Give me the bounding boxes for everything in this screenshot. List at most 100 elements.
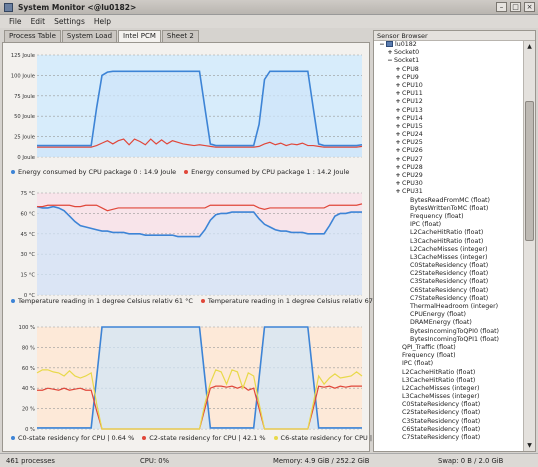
expand-icon[interactable]: + [394,131,402,139]
sensor-tree-item[interactable]: +CPU28 [374,164,524,172]
y-tick-label: 60 °C [21,211,36,217]
expand-icon[interactable]: + [394,90,402,98]
expand-icon[interactable]: + [394,172,402,180]
sensor-tree-label: C6StateResidency (float) [402,425,481,433]
scroll-down-icon[interactable]: ▼ [525,441,534,450]
sensor-tree-item[interactable]: IPC (float) [374,360,524,368]
sensor-tree-item[interactable]: +CPU12 [374,98,524,106]
sensor-tree-item[interactable]: +CPU15 [374,123,524,131]
sensor-tree-item[interactable]: BytesIncomingToQPI1 (float) [374,336,524,344]
sensor-tree-item[interactable]: DRAMEnergy (float) [374,319,524,327]
sensor-tree-item[interactable]: C7StateResidency (float) [374,295,524,303]
sensor-tree-item[interactable]: C2StateResidency (float) [374,409,524,417]
sensor-tree-label: Frequency (float) [410,212,464,220]
sensor-tree-item[interactable]: BytesReadFromMC (float) [374,197,524,205]
sensor-tree-item[interactable]: L3CacheHitRatio (float) [374,238,524,246]
sensor-tree-item[interactable]: QPI_Traffic (float) [374,344,524,352]
collapse-icon[interactable]: − [378,41,386,49]
tab-process-table[interactable]: Process Table [4,30,61,42]
expand-icon[interactable]: + [394,180,402,188]
sensor-tree-item[interactable]: +CPU10 [374,82,524,90]
minimize-icon[interactable]: – [496,2,507,12]
sensor-tree-item[interactable]: Frequency (float) [374,352,524,360]
sensor-tree-item[interactable]: IPC (float) [374,221,524,229]
sensor-tree-item[interactable]: L2CacheHitRatio (float) [374,369,524,377]
expand-icon[interactable]: + [386,49,394,57]
sensor-tree-item[interactable]: +CPU29 [374,172,524,180]
sensor-tree-item[interactable]: L2CacheHitRatio (float) [374,229,524,237]
sensor-tree-item[interactable]: C6StateResidency (float) [374,287,524,295]
expand-icon[interactable]: + [394,82,402,90]
scroll-up-icon[interactable]: ▲ [525,42,534,51]
sensor-tree-item[interactable]: ThermalHeadroom (integer) [374,303,524,311]
sensor-tree-label: CPU26 [402,147,423,155]
sensor-tree-item[interactable]: +CPU14 [374,115,524,123]
sensor-tree-item[interactable]: L3CacheHitRatio (float) [374,377,524,385]
tab-sheet-2[interactable]: Sheet 2 [161,30,199,42]
sensor-tree-item[interactable]: BytesWrittenToMC (float) [374,205,524,213]
y-tick-label: 40 % [22,386,35,392]
computer-icon [386,41,393,47]
sensor-tree-item[interactable]: Frequency (float) [374,213,524,221]
menu-file[interactable]: File [9,17,22,26]
sensor-tree-label: L2CacheHitRatio (float) [402,368,476,376]
sensor-tree-item[interactable]: +CPU26 [374,147,524,155]
sensor-tree-item[interactable]: −Socket1 [374,57,524,65]
sensor-tree-item[interactable]: +CPU27 [374,156,524,164]
sensor-tree-item[interactable]: +CPU24 [374,131,524,139]
title-bar[interactable]: System Monitor <@lu0182> – □ × [0,0,538,15]
sensor-tree-item[interactable]: C3StateResidency (float) [374,418,524,426]
sensor-tree-item[interactable]: C2StateResidency (float) [374,270,524,278]
sensor-tree-item[interactable]: C0StateResidency (float) [374,401,524,409]
sensor-tree-item[interactable]: +CPU30 [374,180,524,188]
sensor-tree-label: C2StateResidency (float) [402,409,481,417]
menu-settings[interactable]: Settings [54,17,85,26]
sensor-tree-item[interactable]: +CPU25 [374,139,524,147]
sensor-tree-item[interactable]: BytesIncomingToQPI0 (float) [374,328,524,336]
maximize-icon[interactable]: □ [510,2,521,12]
sensor-tree-item[interactable]: L3CacheMisses (integer) [374,393,524,401]
expand-icon[interactable]: + [394,139,402,147]
sensor-tree-item[interactable]: − lu0182 [374,41,524,49]
expand-icon[interactable]: + [394,123,402,131]
sensor-tree-item[interactable]: +Socket0 [374,49,524,57]
sensor-tree-item[interactable]: +CPU11 [374,90,524,98]
sensor-tree-item[interactable]: C7StateResidency (float) [374,434,524,442]
expand-icon[interactable]: + [394,98,402,106]
expand-icon[interactable]: + [394,164,402,172]
sensor-tree-label: DRAMEnergy (float) [410,319,472,327]
expand-icon[interactable]: + [394,188,402,196]
sensor-tree-label: CPU13 [402,106,423,114]
scroll-thumb[interactable] [525,101,534,241]
sensor-tree-label: CPU9 [402,73,419,81]
sensor-tree-item[interactable]: L2CacheMisses (integer) [374,246,524,254]
expand-icon[interactable]: + [394,115,402,123]
sensor-tree-item[interactable]: L2CacheMisses (integer) [374,385,524,393]
sensor-tree-item[interactable]: +CPU8 [374,66,524,74]
sensor-tree-item[interactable]: +CPU13 [374,107,524,115]
sensor-scrollbar[interactable]: ▲ ▼ [523,41,535,451]
sensor-tree-item[interactable]: CPUEnergy (float) [374,311,524,319]
expand-icon[interactable]: + [394,107,402,115]
tab-system-load[interactable]: System Load [61,30,118,42]
sensor-tree-item[interactable]: +CPU9 [374,74,524,82]
expand-icon[interactable]: + [394,147,402,155]
expand-icon[interactable]: + [394,156,402,164]
sensor-tree-item[interactable]: L3CacheMisses (integer) [374,254,524,262]
y-tick-label: 25 Joule [14,135,35,141]
collapse-icon[interactable]: − [386,57,394,65]
y-tick-label: 60 % [22,366,35,372]
sensor-tree-label: CPU28 [402,163,423,171]
sensor-tree-item[interactable]: +CPU31 [374,188,524,196]
menu-help[interactable]: Help [94,17,111,26]
expand-icon[interactable]: + [394,74,402,82]
sensor-tree-label: L2CacheMisses (integer) [410,245,488,253]
window-title: System Monitor <@lu0182> [18,2,137,12]
menu-edit[interactable]: Edit [31,17,46,26]
sensor-tree-item[interactable]: C3StateResidency (float) [374,278,524,286]
expand-icon[interactable]: + [394,66,402,74]
sensor-tree-label: BytesIncomingToQPI1 (float) [410,335,500,343]
sensor-tree-item[interactable]: C0StateResidency (float) [374,262,524,270]
sensor-tree-item[interactable]: C6StateResidency (float) [374,426,524,434]
close-icon[interactable]: × [524,2,535,12]
